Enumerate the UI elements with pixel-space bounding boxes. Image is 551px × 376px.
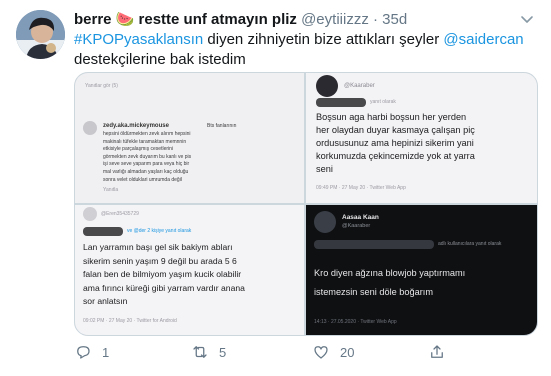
panel4-avatar bbox=[314, 211, 336, 233]
panel3-line-3: ama fırıncı küreği gibi yarram vardır an… bbox=[83, 282, 245, 293]
panel3-line-4: sor anlatsın bbox=[83, 296, 128, 306]
header-separator: · bbox=[372, 11, 378, 28]
tweet[interactable]: berre 🍉 restte unf atmayın pliz @eytiiiz… bbox=[0, 0, 551, 376]
panel1-line-4: görmekten zevk duyarım bu kanlı ve pis bbox=[103, 153, 192, 160]
retweet-button[interactable]: 5 bbox=[191, 340, 226, 364]
author-handle[interactable]: @eytiiizzz bbox=[301, 11, 369, 28]
panel3-line-1: sikerim senin yaşım 9 değil bu arada 5 6 bbox=[83, 255, 237, 266]
tweet-time[interactable]: 35d bbox=[382, 11, 407, 28]
reply-button[interactable]: 1 bbox=[74, 340, 109, 364]
chevron-down-icon bbox=[521, 16, 533, 23]
panel4-reply-meta: adlı kullanıcılara yanıt olarak bbox=[438, 241, 502, 247]
media-image-4[interactable]: Aasaa Kaan @Kaaraber adlı kullanıcılara … bbox=[306, 205, 537, 335]
panel3-reply-meta: ve @der 2 kişiye yanıt olarak bbox=[127, 228, 192, 234]
share-icon bbox=[431, 345, 443, 358]
media-image-3[interactable]: @Eren35435729 ve @der 2 kişiye yanıt ola… bbox=[75, 205, 304, 335]
panel1-line-3: etkisiyle parçalaşmış cesetlerini bbox=[103, 146, 174, 153]
panel2-line-3: korkumuzda çekincemizde yok at yarra bbox=[316, 151, 475, 161]
media-grid: Yanıtlar gör (5) zedy.aka.mickeymouse Bt… bbox=[74, 72, 538, 336]
panel2-redaction bbox=[316, 98, 366, 107]
like-button[interactable]: 20 bbox=[312, 340, 354, 364]
panel2-line-4: seni bbox=[316, 164, 333, 174]
tweet-text-middle: diyen zihniyetin bize attıkları şeyler bbox=[203, 31, 444, 48]
tweet-text-end: destekçilerine bak istedim bbox=[74, 51, 246, 68]
panel1-line-5: işi seve seve yaparım para veya hiç bir bbox=[103, 161, 190, 168]
panel2-line-1: her olaydan duyar kasmaya çalışan piç bbox=[316, 125, 475, 135]
panel1-line-0: Bts fanlarının bbox=[207, 123, 237, 129]
panel4-footer: 14:13 · 27.05.2020 · Twitter Web App bbox=[314, 319, 397, 325]
panel4-line-1: istemezsin seni döle boğarım bbox=[314, 287, 433, 297]
share-button[interactable] bbox=[428, 340, 446, 364]
panel4-name: Aasaa Kaan bbox=[342, 214, 379, 221]
retweet-count: 5 bbox=[219, 344, 227, 360]
panel1-line-7: sonra velet olduklari umrumda değil bbox=[103, 176, 182, 183]
avatar[interactable] bbox=[16, 10, 65, 59]
panel2-reply-meta: yanıt olarak bbox=[370, 99, 396, 105]
media-image-1[interactable]: Yanıtlar gör (5) zedy.aka.mickeymouse Bt… bbox=[75, 73, 304, 203]
panel2-footer: 09:49 PM · 27 May 20 · Twitter Web App bbox=[316, 185, 406, 191]
reply-count: 1 bbox=[102, 344, 110, 360]
like-count: 20 bbox=[340, 344, 355, 360]
tweet-actions: 1 5 20 bbox=[74, 340, 534, 364]
panel1-avatar bbox=[83, 121, 97, 135]
panel1-mid-meta: Yanıtla bbox=[103, 187, 119, 193]
panel2-avatar bbox=[316, 75, 338, 97]
author-name[interactable]: berre 🍉 restte unf atmayın pliz bbox=[74, 11, 297, 28]
tweet-text: #KPOPyasaklansın diyen zihniyetin bize a… bbox=[74, 30, 534, 70]
panel1-line-2: makinalı tüfekle taramaktan memnnin bbox=[103, 138, 187, 145]
media-image-2[interactable]: @Kaaraber yanıt olarak Boşsun aga harbi … bbox=[306, 73, 537, 203]
panel1-line-6: mal varlığı almadan yaşları kaç olduğu bbox=[103, 169, 189, 175]
more-options-button[interactable] bbox=[516, 10, 538, 30]
panel1-username: zedy.aka.mickeymouse bbox=[103, 123, 169, 129]
panel4-redaction bbox=[314, 240, 434, 249]
panel2-line-0: Boşsun aga harbi boşsun her yerden bbox=[316, 112, 467, 122]
panel3-line-2: falan ben de bilmiyom yaşım kucik olabil… bbox=[83, 269, 242, 279]
heart-icon bbox=[314, 346, 328, 359]
panel3-footer: 09:02 PM · 27 May 20 · Twitter for Andro… bbox=[83, 318, 177, 324]
panel2-line-2: ordususunuz ama hepinizi sikerim yani bbox=[316, 138, 474, 148]
panel1-top-meta: Yanıtlar gör (5) bbox=[85, 83, 118, 89]
panel4-line-0: Kro diyen ağzına blowjob yaptırmamı bbox=[314, 268, 466, 278]
panel3-username: @Eren35435729 bbox=[101, 211, 139, 217]
panel3-line-0: Lan yarramın başı gel sik bakiym abları bbox=[83, 242, 233, 252]
mention-link[interactable]: @saidercan bbox=[443, 31, 523, 48]
panel3-redaction bbox=[83, 227, 123, 236]
avatar-image bbox=[16, 10, 65, 59]
tweet-header: berre 🍉 restte unf atmayın pliz @eytiiiz… bbox=[74, 10, 407, 30]
panel4-username: @Kaaraber bbox=[342, 223, 371, 229]
panel2-username: @Kaaraber bbox=[344, 83, 375, 89]
hashtag-link[interactable]: #KPOPyasaklansın bbox=[74, 31, 203, 48]
retweet-icon bbox=[193, 346, 207, 358]
panel1-line-1: hepsini öldürmekten zevk alırım hepsini bbox=[103, 131, 191, 137]
reply-icon bbox=[77, 346, 90, 359]
panel3-avatar bbox=[83, 207, 97, 221]
